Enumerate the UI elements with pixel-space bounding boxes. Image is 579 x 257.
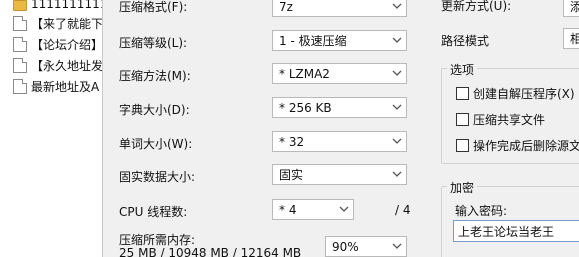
- update-mode-select[interactable]: 添: [563, 0, 579, 17]
- cpu-threads-label: CPU 线程数:: [119, 205, 188, 219]
- document-icon: [13, 57, 27, 73]
- document-icon: [13, 36, 27, 52]
- path-mode-label: 路径模式: [441, 34, 490, 48]
- checkbox-box[interactable]: [456, 87, 469, 100]
- level-select[interactable]: 1 - 极速压缩: [272, 30, 407, 51]
- chevron-down-icon: [392, 70, 402, 78]
- chevron-down-icon: [392, 138, 402, 146]
- dict-size-label: 字典大小(D):: [119, 103, 190, 117]
- options-title: 选项: [447, 61, 478, 78]
- file-list: 11111111111 【来了就能下 【论坛介绍】 【永久地址发 最新地址及A: [0, 0, 102, 257]
- chevron-down-icon: [392, 171, 402, 179]
- memory-percent-select[interactable]: 90%: [325, 236, 407, 257]
- create-sfx-checkbox[interactable]: 创建自解压程序(X): [456, 85, 575, 102]
- solid-size-label: 固实数据大小:: [119, 170, 196, 184]
- delete-after-checkbox[interactable]: 操作完成后删除源文: [456, 137, 579, 154]
- format-label: 压缩格式(F):: [119, 0, 188, 14]
- update-mode-label: 更新方式(U):: [441, 0, 512, 13]
- checkbox-box[interactable]: [456, 139, 469, 152]
- chevron-down-icon: [392, 3, 402, 11]
- chevron-down-icon: [392, 243, 402, 251]
- compression-dialog: 压缩格式(F): 压缩等级(L): 压缩方法(M): 字典大小(D): 单词大小…: [102, 0, 579, 257]
- chevron-down-icon: [392, 104, 402, 112]
- method-select[interactable]: * LZMA2: [272, 63, 407, 84]
- method-label: 压缩方法(M):: [119, 69, 191, 83]
- chevron-down-icon: [339, 206, 349, 214]
- document-icon: [13, 78, 27, 94]
- solid-size-select[interactable]: 固实: [272, 164, 407, 185]
- word-size-select[interactable]: * 32: [272, 131, 407, 152]
- document-icon: [13, 15, 27, 31]
- file-item[interactable]: 【来了就能下: [0, 14, 102, 32]
- file-item[interactable]: 【论坛介绍】: [0, 35, 102, 53]
- file-item[interactable]: 【永久地址发: [0, 56, 102, 74]
- format-select[interactable]: 7z: [272, 0, 407, 17]
- level-label: 压缩等级(L):: [119, 36, 188, 50]
- chevron-down-icon: [392, 37, 402, 45]
- path-mode-select[interactable]: 相: [563, 28, 579, 49]
- encryption-title: 加密: [447, 179, 478, 196]
- compress-shared-checkbox[interactable]: 压缩共享文件: [456, 111, 545, 128]
- file-item[interactable]: 11111111111: [0, 0, 102, 13]
- checkbox-box[interactable]: [456, 113, 469, 126]
- folder-icon: [13, 0, 27, 11]
- password-input[interactable]: 上老王论坛当老王: [453, 220, 579, 242]
- memory-value: 25 MB / 10948 MB / 12164 MB: [119, 246, 302, 257]
- cpu-threads-select[interactable]: * 4: [272, 199, 354, 220]
- cpu-threads-total: / 4: [395, 203, 411, 217]
- word-size-label: 单词大小(W):: [119, 137, 193, 151]
- file-item[interactable]: 最新地址及A: [0, 77, 102, 95]
- password-label: 输入密码:: [455, 204, 508, 218]
- dict-size-select[interactable]: * 256 KB: [272, 97, 407, 118]
